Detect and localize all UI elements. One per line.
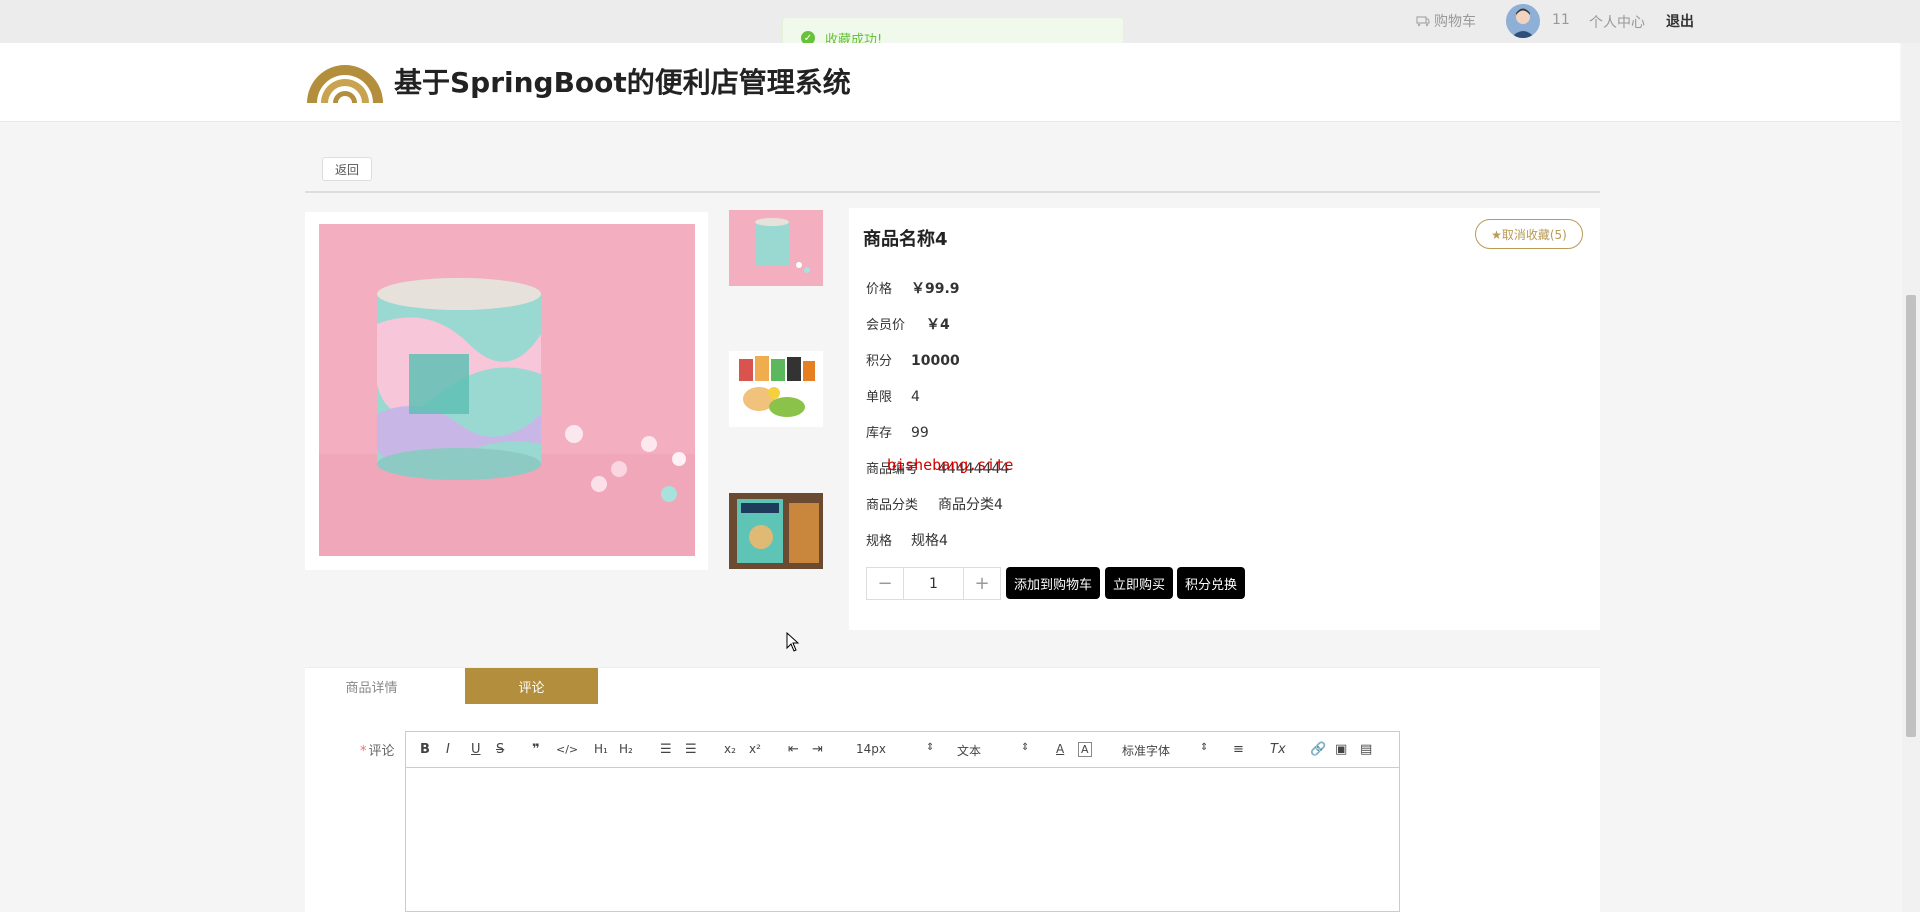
field-label: 库存 (866, 426, 893, 441)
field-member-price: 会员价 ￥4 (866, 314, 950, 334)
detail-tabs: 商品详情 评论 (305, 667, 1600, 706)
field-label: 商品分类 (866, 498, 919, 513)
back-button[interactable]: 返回 (322, 157, 372, 181)
main-image-box (305, 212, 708, 570)
points-exchange-button[interactable]: 积分兑换 (1177, 567, 1245, 599)
product-thumbnail-2[interactable] (729, 351, 823, 427)
tab-product-details[interactable]: 商品详情 (305, 668, 438, 705)
heading2-icon[interactable]: H₂ (619, 742, 633, 756)
ordered-list-icon[interactable]: ☰ (660, 742, 672, 757)
bold-icon[interactable]: B (420, 742, 430, 757)
heading1-icon[interactable]: H₁ (594, 742, 608, 756)
field-label: 积分 (866, 354, 893, 369)
link-icon[interactable]: 🔗 (1310, 742, 1326, 757)
font-family-select[interactable]: 标准字体 (1122, 742, 1170, 759)
blockquote-icon[interactable]: ❞ (532, 742, 540, 757)
site-header: 基于SpringBoot的便利店管理系统 (0, 43, 1900, 122)
comment-label-text: 评论 (368, 744, 395, 759)
product-main-image[interactable] (319, 224, 695, 556)
logo-icon (307, 65, 383, 103)
font-color-icon[interactable]: A (1056, 742, 1064, 756)
plus-button[interactable]: + (964, 568, 1000, 599)
comment-editor-area: * 评论 B I U S ❞ </> H₁ H₂ ☰ ☰ x₂ x² ⇤ ⇥ 14… (305, 704, 1600, 912)
product-thumbnail-1[interactable] (729, 210, 823, 286)
align-icon[interactable]: ≡ (1233, 742, 1244, 757)
font-family-value: 标准字体 (1122, 744, 1171, 758)
field-value: ￥4 (926, 317, 950, 333)
font-size-value: 14px (856, 742, 886, 756)
watermark-text: bishebang.site (887, 456, 1014, 474)
clear-format-icon[interactable]: Tx (1270, 742, 1286, 757)
field-value: 商品分类4 (938, 497, 1003, 513)
text-type-select[interactable]: 文本 (957, 742, 981, 759)
field-value: 10000 (911, 353, 960, 369)
quantity-value[interactable]: 1 (903, 568, 964, 599)
add-to-cart-button[interactable]: 添加到购物车 (1006, 567, 1100, 599)
field-category: 商品分类 商品分类4 (866, 494, 1003, 514)
username: 11 (1552, 12, 1570, 28)
unfavorite-button[interactable]: ★取消收藏(5) (1475, 219, 1583, 249)
strike-icon[interactable]: S (496, 742, 504, 757)
avatar[interactable] (1506, 4, 1540, 38)
field-value: 99 (911, 425, 929, 441)
underline-icon[interactable]: U (471, 742, 481, 757)
product-info-panel: 商品名称4 ★取消收藏(5) 价格 ￥99.9 会员价 ￥4 积分 10000 … (849, 208, 1600, 630)
tab-comments[interactable]: 评论 (465, 668, 598, 705)
minus-button[interactable]: − (867, 568, 903, 599)
field-label: 价格 (866, 282, 893, 297)
field-spec: 规格 规格4 (866, 530, 948, 550)
product-name: 商品名称4 (863, 229, 948, 250)
field-label: 规格 (866, 534, 893, 549)
required-mark: * (360, 744, 367, 759)
background-color-icon[interactable]: A (1078, 742, 1092, 757)
field-value: ￥99.9 (911, 281, 960, 297)
font-family-arrow-icon[interactable]: ⇕ (1200, 742, 1208, 753)
field-value: 规格4 (911, 533, 948, 549)
field-points: 积分 10000 (866, 350, 960, 369)
scrollbar-thumb[interactable] (1906, 295, 1916, 737)
site-title: 基于SpringBoot的便利店管理系统 (394, 66, 851, 99)
outdent-icon[interactable]: ⇤ (788, 742, 799, 757)
text-type-value: 文本 (957, 744, 982, 758)
divider (305, 191, 1600, 193)
personal-center-link[interactable]: 个人中心 (1589, 12, 1645, 32)
text-type-arrow-icon[interactable]: ⇕ (1021, 742, 1029, 753)
field-limit: 单限 4 (866, 386, 920, 405)
product-thumbnail-3[interactable] (729, 493, 823, 569)
image-icon[interactable]: ▣ (1335, 742, 1347, 757)
font-size-select[interactable]: 14px (856, 742, 886, 756)
page-scrollbar[interactable] (1902, 43, 1920, 912)
italic-icon[interactable]: I (446, 742, 450, 757)
field-value: 4 (911, 389, 920, 405)
comment-label: * 评论 (360, 740, 395, 759)
code-block-icon[interactable]: </> (556, 743, 578, 756)
video-icon[interactable]: ▤ (1360, 742, 1372, 757)
editor-toolbar: B I U S ❞ </> H₁ H₂ ☰ ☰ x₂ x² ⇤ ⇥ 14px ⇕… (405, 731, 1400, 768)
mouse-cursor-icon (786, 632, 800, 652)
cart-label: 购物车 (1434, 14, 1476, 30)
cart-link[interactable]: 购物车 (1416, 11, 1476, 31)
comment-editor[interactable] (405, 768, 1400, 912)
indent-icon[interactable]: ⇥ (812, 742, 823, 757)
field-label: 会员价 (866, 318, 906, 333)
buy-now-button[interactable]: 立即购买 (1105, 567, 1173, 599)
quantity-stepper[interactable]: − 1 + (866, 567, 1001, 600)
subscript-icon[interactable]: x₂ (724, 742, 736, 756)
field-stock: 库存 99 (866, 422, 929, 441)
cart-icon (1416, 16, 1430, 27)
bullet-list-icon[interactable]: ☰ (685, 742, 697, 757)
logout-link[interactable]: 退出 (1666, 11, 1694, 31)
font-size-arrow-icon[interactable]: ⇕ (926, 742, 934, 753)
field-price: 价格 ￥99.9 (866, 278, 960, 298)
superscript-icon[interactable]: x² (749, 742, 761, 756)
field-label: 单限 (866, 390, 893, 405)
